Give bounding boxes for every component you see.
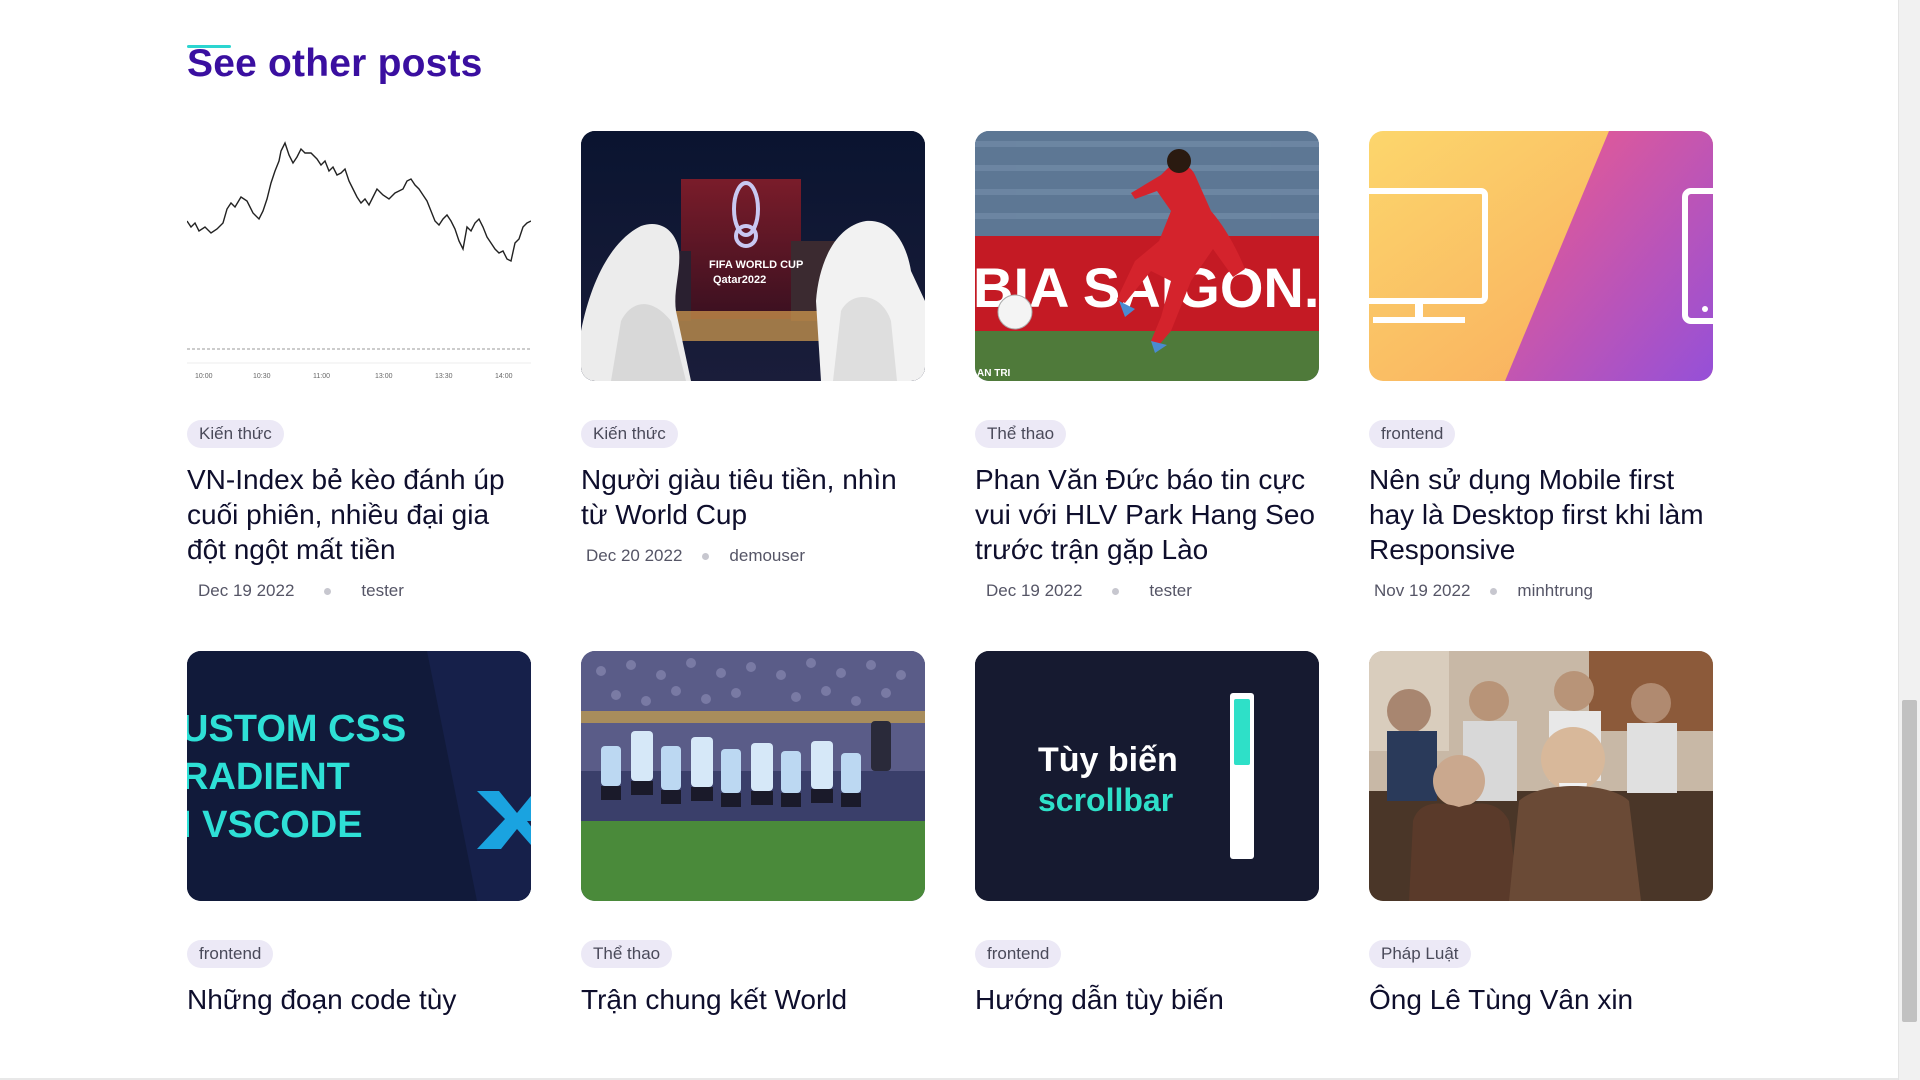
post-card: 10:00 10:30 11:00 13:00 13:30 14:00 Kiến… <box>187 131 531 601</box>
axis-tick-label: 10:00 <box>195 373 213 380</box>
custom-css-gradient-image: USTOM CSS RADIENT I VSCODE <box>187 651 531 901</box>
post-category-tag[interactable]: frontend <box>187 940 274 968</box>
meta-separator-dot <box>702 552 710 560</box>
world-cup-final-photo <box>581 651 925 901</box>
post-thumbnail[interactable]: FIFA WORLD CUP Qatar2022 <box>581 131 925 381</box>
post-title[interactable]: Phan Văn Đức báo tin cực vui với HLV Par… <box>975 462 1319 567</box>
post-date: Dec 20 2022 <box>586 546 683 565</box>
post-category-tag[interactable]: Thể thao <box>581 940 673 968</box>
post-card: Pháp Luật Ông Lê Tùng Vân xin <box>1369 651 1713 1017</box>
page: See other posts 10:00 10:30 11:00 13:00 … <box>0 0 1920 1080</box>
axis-tick-label: 13:30 <box>435 373 453 380</box>
post-meta: Dec 19 2022 tester <box>975 581 1319 601</box>
thumb-caption: Tùy biến <box>1038 741 1178 779</box>
post-date: Nov 19 2022 <box>1374 581 1471 600</box>
thumb-caption: RADIENT <box>187 756 350 798</box>
post-title[interactable]: Nên sử dụng Mobile first hay là Desktop … <box>1369 462 1713 567</box>
posts-grid: 10:00 10:30 11:00 13:00 13:30 14:00 Kiến… <box>187 131 1713 1017</box>
thumb-caption: USTOM CSS <box>187 708 406 750</box>
section-title: See other posts <box>187 42 483 85</box>
post-card: frontend Nên sử dụng Mobile first hay là… <box>1369 131 1713 601</box>
world-cup-photo: FIFA WORLD CUP Qatar2022 <box>581 131 925 381</box>
post-title[interactable]: Trận chung kết World <box>581 982 925 1017</box>
football-player-photo: BIA SAIGON. AN TRI <box>975 131 1319 381</box>
post-card: FIFA WORLD CUP Qatar2022 Kiến thức Người… <box>581 131 925 601</box>
post-card: USTOM CSS RADIENT I VSCODE frontend Nhữn… <box>187 651 531 1017</box>
axis-tick-label: 11:00 <box>313 373 330 380</box>
desktop-mobile-illustration <box>1369 131 1713 381</box>
thumb-caption: AN TRI <box>977 368 1011 379</box>
post-title[interactable]: VN-Index bẻ kèo đánh úp cuối phiên, nhiề… <box>187 462 531 567</box>
post-meta: Dec 19 2022 tester <box>187 581 531 601</box>
post-thumbnail[interactable]: 10:00 10:30 11:00 13:00 13:30 14:00 <box>187 131 531 381</box>
axis-tick-label: 10:30 <box>253 373 271 380</box>
page-scrollbar[interactable] <box>1898 0 1920 1080</box>
post-category-tag[interactable]: Kiến thức <box>187 420 284 448</box>
post-thumbnail[interactable]: BIA SAIGON. AN TRI <box>975 131 1319 381</box>
post-author[interactable]: tester <box>361 581 404 601</box>
post-date: Dec 19 2022 <box>198 581 295 600</box>
post-thumbnail[interactable]: Tùy biến scrollbar <box>975 651 1319 901</box>
post-category-tag[interactable]: Pháp Luật <box>1369 940 1471 968</box>
post-card: BIA SAIGON. AN TRI Thể thao Phan Văn Đức… <box>975 131 1319 601</box>
post-thumbnail[interactable] <box>581 651 925 901</box>
post-meta: Dec 20 2022 demouser <box>581 546 925 566</box>
custom-scrollbar-image: Tùy biến scrollbar <box>975 651 1319 901</box>
post-author[interactable]: demouser <box>729 546 805 566</box>
stock-chart-image: 10:00 10:30 11:00 13:00 13:30 14:00 <box>187 141 531 380</box>
courtroom-photo <box>1369 651 1713 901</box>
post-author[interactable]: tester <box>1149 581 1192 601</box>
post-meta: Nov 19 2022 minhtrung <box>1369 581 1713 601</box>
axis-tick-label: 14:00 <box>495 373 513 380</box>
post-category-tag[interactable]: frontend <box>1369 420 1456 448</box>
thumb-caption: scrollbar <box>1038 782 1173 818</box>
post-thumbnail[interactable]: USTOM CSS RADIENT I VSCODE <box>187 651 531 901</box>
post-title[interactable]: Người giàu tiêu tiền, nhìn từ World Cup <box>581 462 925 532</box>
post-author[interactable]: minhtrung <box>1517 581 1593 601</box>
post-date: Dec 19 2022 <box>986 581 1083 600</box>
post-title[interactable]: Ông Lê Tùng Vân xin <box>1369 982 1713 1017</box>
meta-separator-dot <box>1490 587 1498 595</box>
post-category-tag[interactable]: Kiến thức <box>581 420 678 448</box>
axis-tick-label: 13:00 <box>375 373 393 380</box>
post-thumbnail[interactable] <box>1369 651 1713 901</box>
post-category-tag[interactable]: Thể thao <box>975 420 1067 448</box>
post-thumbnail[interactable] <box>1369 131 1713 381</box>
post-title[interactable]: Hướng dẫn tùy biến <box>975 982 1319 1017</box>
meta-separator-dot <box>1112 587 1120 595</box>
post-category-tag[interactable]: frontend <box>975 940 1062 968</box>
thumb-caption: I VSCODE <box>187 804 363 846</box>
scrollbar-thumb[interactable] <box>1902 700 1917 1022</box>
post-title[interactable]: Những đoạn code tùy <box>187 982 531 1017</box>
meta-separator-dot <box>324 587 332 595</box>
thumb-caption: Qatar2022 <box>713 274 766 286</box>
post-card: Thể thao Trận chung kết World <box>581 651 925 1017</box>
thumb-caption: FIFA WORLD CUP <box>709 259 803 271</box>
post-card: Tùy biến scrollbar frontend Hướng dẫn tù… <box>975 651 1319 1017</box>
